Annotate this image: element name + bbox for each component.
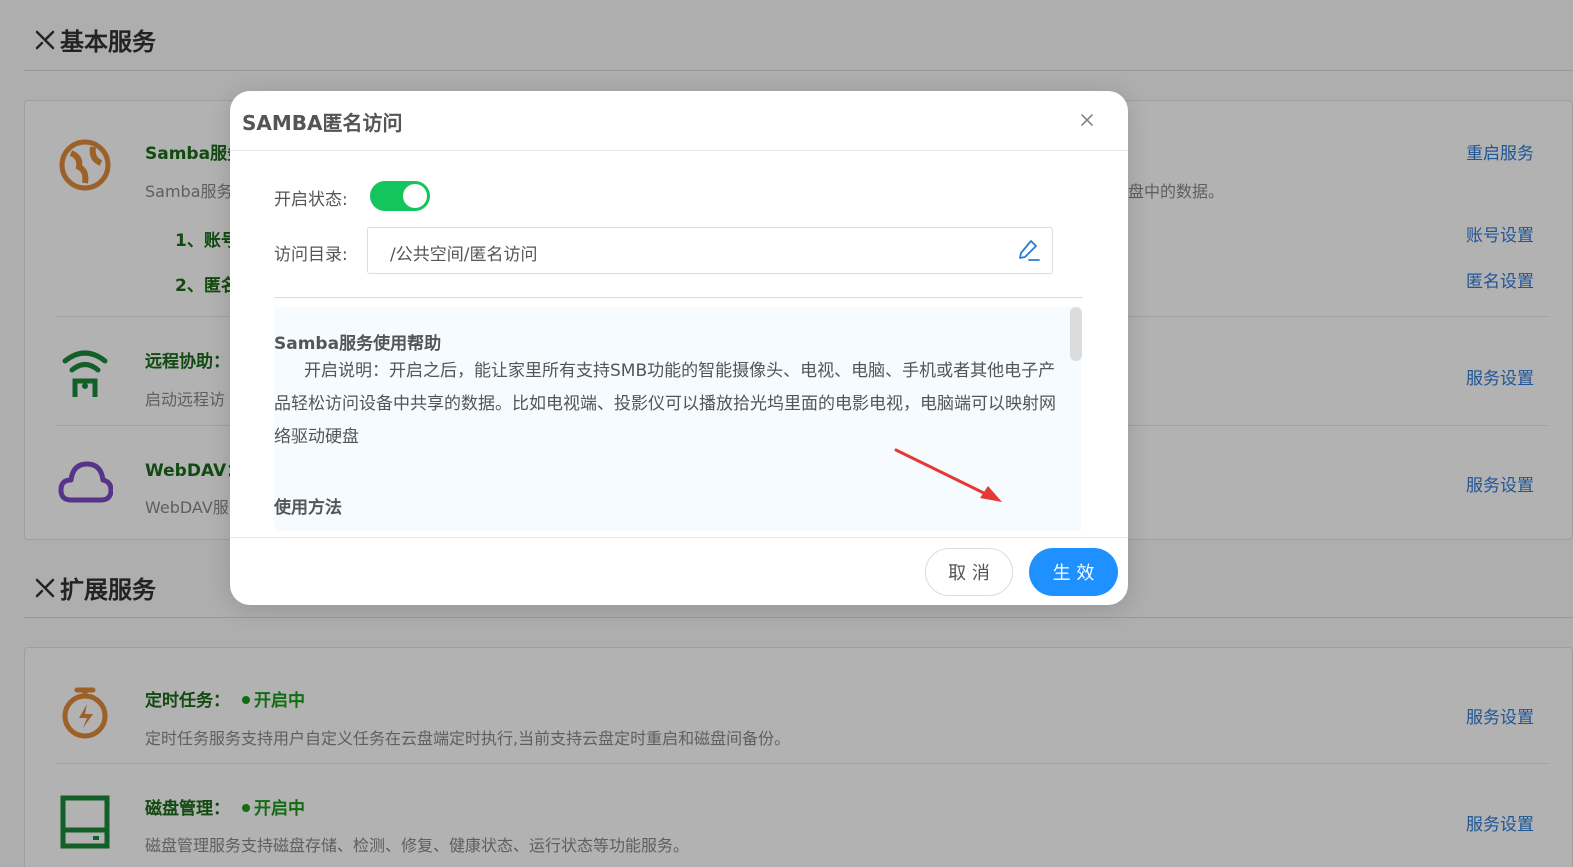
edit-pencil-icon[interactable]	[1016, 238, 1042, 264]
help-divider	[274, 297, 1083, 298]
directory-field[interactable]: /公共空间/匿名访问	[367, 227, 1053, 274]
directory-label: 访问目录:	[274, 245, 348, 265]
help-title: Samba服务使用帮助	[274, 334, 442, 354]
help-text: 开启说明：开启之后，能让家里所有支持SMB功能的智能摄像头、电视、电脑、手机或者…	[274, 361, 1056, 447]
cancel-button[interactable]: 取 消	[925, 548, 1013, 596]
apply-button[interactable]: 生 效	[1029, 548, 1118, 596]
enable-toggle[interactable]	[370, 181, 430, 211]
dialog-header: SAMBA匿名访问	[230, 91, 1128, 151]
close-icon[interactable]	[1078, 111, 1096, 129]
directory-value: /公共空间/匿名访问	[390, 245, 538, 265]
dialog-title: SAMBA匿名访问	[242, 111, 403, 135]
red-arrow-annotation	[894, 448, 1002, 502]
help-scrollbar[interactable]	[1070, 307, 1082, 361]
dialog-footer-rule	[230, 537, 1128, 538]
usage-title: 使用方法	[274, 498, 342, 518]
samba-anonymous-dialog: SAMBA匿名访问 开启状态: 访问目录: /公共空间/匿名访问 Samba服务…	[230, 91, 1128, 605]
status-label: 开启状态:	[274, 190, 348, 210]
toggle-knob	[403, 184, 427, 208]
